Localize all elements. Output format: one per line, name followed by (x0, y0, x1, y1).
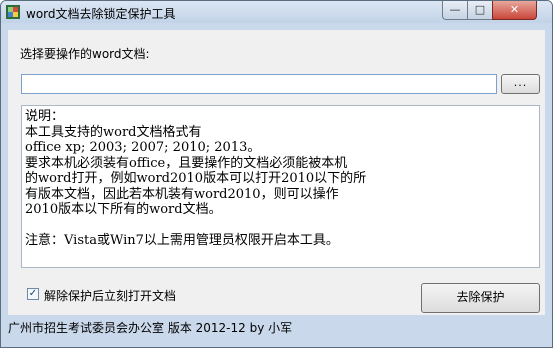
info-line: 2010版本以下所有的word文档。 (25, 202, 222, 217)
remove-protection-button[interactable]: 去除保护 (421, 283, 540, 313)
info-line: 注意：Vista或Win7以上需用管理员权限开启本工具。 (25, 233, 339, 248)
info-line: 的word打开，例如word2010版本可以打开2010以下的所 (25, 171, 367, 186)
close-button[interactable]: ✕ (492, 1, 537, 20)
maximize-button[interactable]: □ (467, 1, 493, 20)
status-bar-text: 广州市招生考试委员会办公室 版本 2012-12 by 小军 (8, 321, 293, 335)
client-area: 选择要操作的word文档: ... 说明： 本工具支持的word文档格式有 of… (8, 30, 545, 315)
title-bar[interactable]: word文档去除锁定保护工具 — □ ✕ (1, 1, 552, 23)
info-line: 有版本文档，因此若本机装有word2010，则可以操作 (25, 186, 339, 202)
minimize-button[interactable]: — (442, 1, 468, 20)
info-line: office xp; 2003; 2007; 2010; 2013。 (25, 140, 261, 155)
browse-button[interactable]: ... (501, 74, 540, 94)
info-line: 说明： (25, 109, 65, 124)
app-window: word文档去除锁定保护工具 — □ ✕ 选择要操作的word文档: ... 说… (0, 0, 553, 348)
open-after-unlock-checkbox[interactable]: ✓ (27, 288, 39, 300)
info-line: 本工具支持的word文档格式有 (25, 124, 202, 140)
info-line (25, 218, 536, 234)
open-after-unlock-label[interactable]: 解除保护后立刻打开文档 (44, 287, 176, 304)
window-title: word文档去除锁定保护工具 (26, 7, 176, 21)
info-line: 要求本机必须装有office，且要操作的文档必须能被本机 (25, 155, 348, 171)
select-file-label: 选择要操作的word文档: (20, 47, 150, 61)
info-text-box[interactable]: 说明： 本工具支持的word文档格式有 office xp; 2003; 200… (21, 105, 540, 268)
file-path-input[interactable] (21, 74, 497, 94)
app-icon (5, 4, 21, 20)
